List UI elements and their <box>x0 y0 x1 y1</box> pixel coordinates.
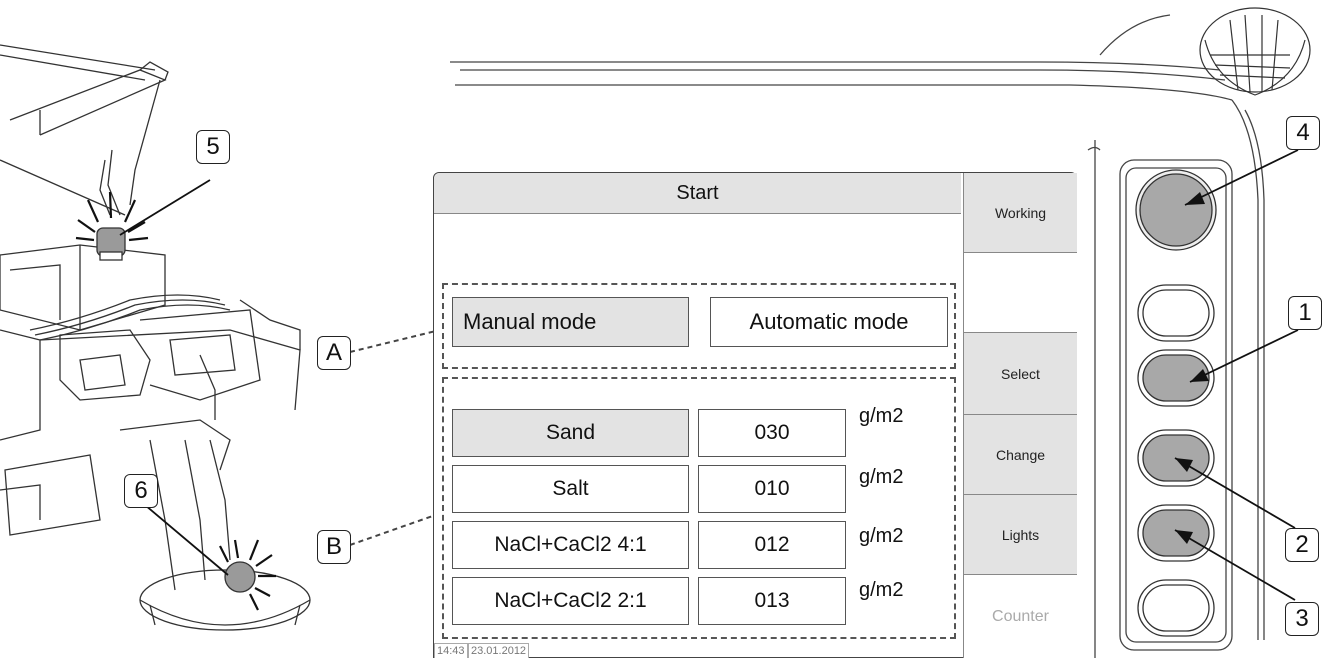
beacon-5-icon <box>75 191 149 261</box>
material-name-salt[interactable]: Salt <box>452 465 689 513</box>
softkey-working[interactable]: Working <box>963 173 1077 253</box>
material-rate-nacl-cacl2-4-1[interactable]: 012 <box>698 521 846 569</box>
callout-1: 1 <box>1288 296 1322 330</box>
softkey-change[interactable]: Change <box>963 415 1077 495</box>
softkey-select[interactable]: Select <box>963 333 1077 415</box>
status-date: 23.01.2012 <box>468 643 530 658</box>
callout-2: 2 <box>1285 528 1319 562</box>
material-unit-salt: g/m2 <box>859 466 904 488</box>
softkey-lights[interactable]: Lights <box>963 495 1077 575</box>
callout-3: 3 <box>1285 602 1319 636</box>
callout-4: 4 <box>1286 116 1320 150</box>
material-name-nacl-cacl2-2-1[interactable]: NaCl+CaCl2 2:1 <box>452 577 689 625</box>
material-name-sand[interactable]: Sand <box>452 409 689 457</box>
softkey-counter[interactable]: Counter <box>963 575 1077 658</box>
callout-b: B <box>317 530 351 564</box>
callout-5: 5 <box>196 130 230 164</box>
terminal-screen: Start Working Select Change Lights Count… <box>433 172 1077 658</box>
screen-title: Start <box>434 173 961 214</box>
material-rate-nacl-cacl2-2-1[interactable]: 013 <box>698 577 846 625</box>
rotary-knob-icon <box>1199 7 1311 96</box>
material-rate-salt[interactable]: 010 <box>698 465 846 513</box>
material-unit-sand: g/m2 <box>859 405 904 427</box>
callout-6: 6 <box>124 474 158 508</box>
material-name-nacl-cacl2-4-1[interactable]: NaCl+CaCl2 4:1 <box>452 521 689 569</box>
material-unit-nacl-cacl2-2-1: g/m2 <box>859 579 904 601</box>
softkey-blank[interactable] <box>963 253 1077 333</box>
beacon-6-icon <box>219 539 276 611</box>
material-rate-sand[interactable]: 030 <box>698 409 846 457</box>
status-time: 14:43 <box>434 643 468 658</box>
figure-stage: Start Working Select Change Lights Count… <box>0 0 1337 658</box>
manual-mode-button[interactable]: Manual mode <box>452 297 689 347</box>
callout-a: A <box>317 336 351 370</box>
material-unit-nacl-cacl2-4-1: g/m2 <box>859 525 904 547</box>
automatic-mode-button[interactable]: Automatic mode <box>710 297 948 347</box>
